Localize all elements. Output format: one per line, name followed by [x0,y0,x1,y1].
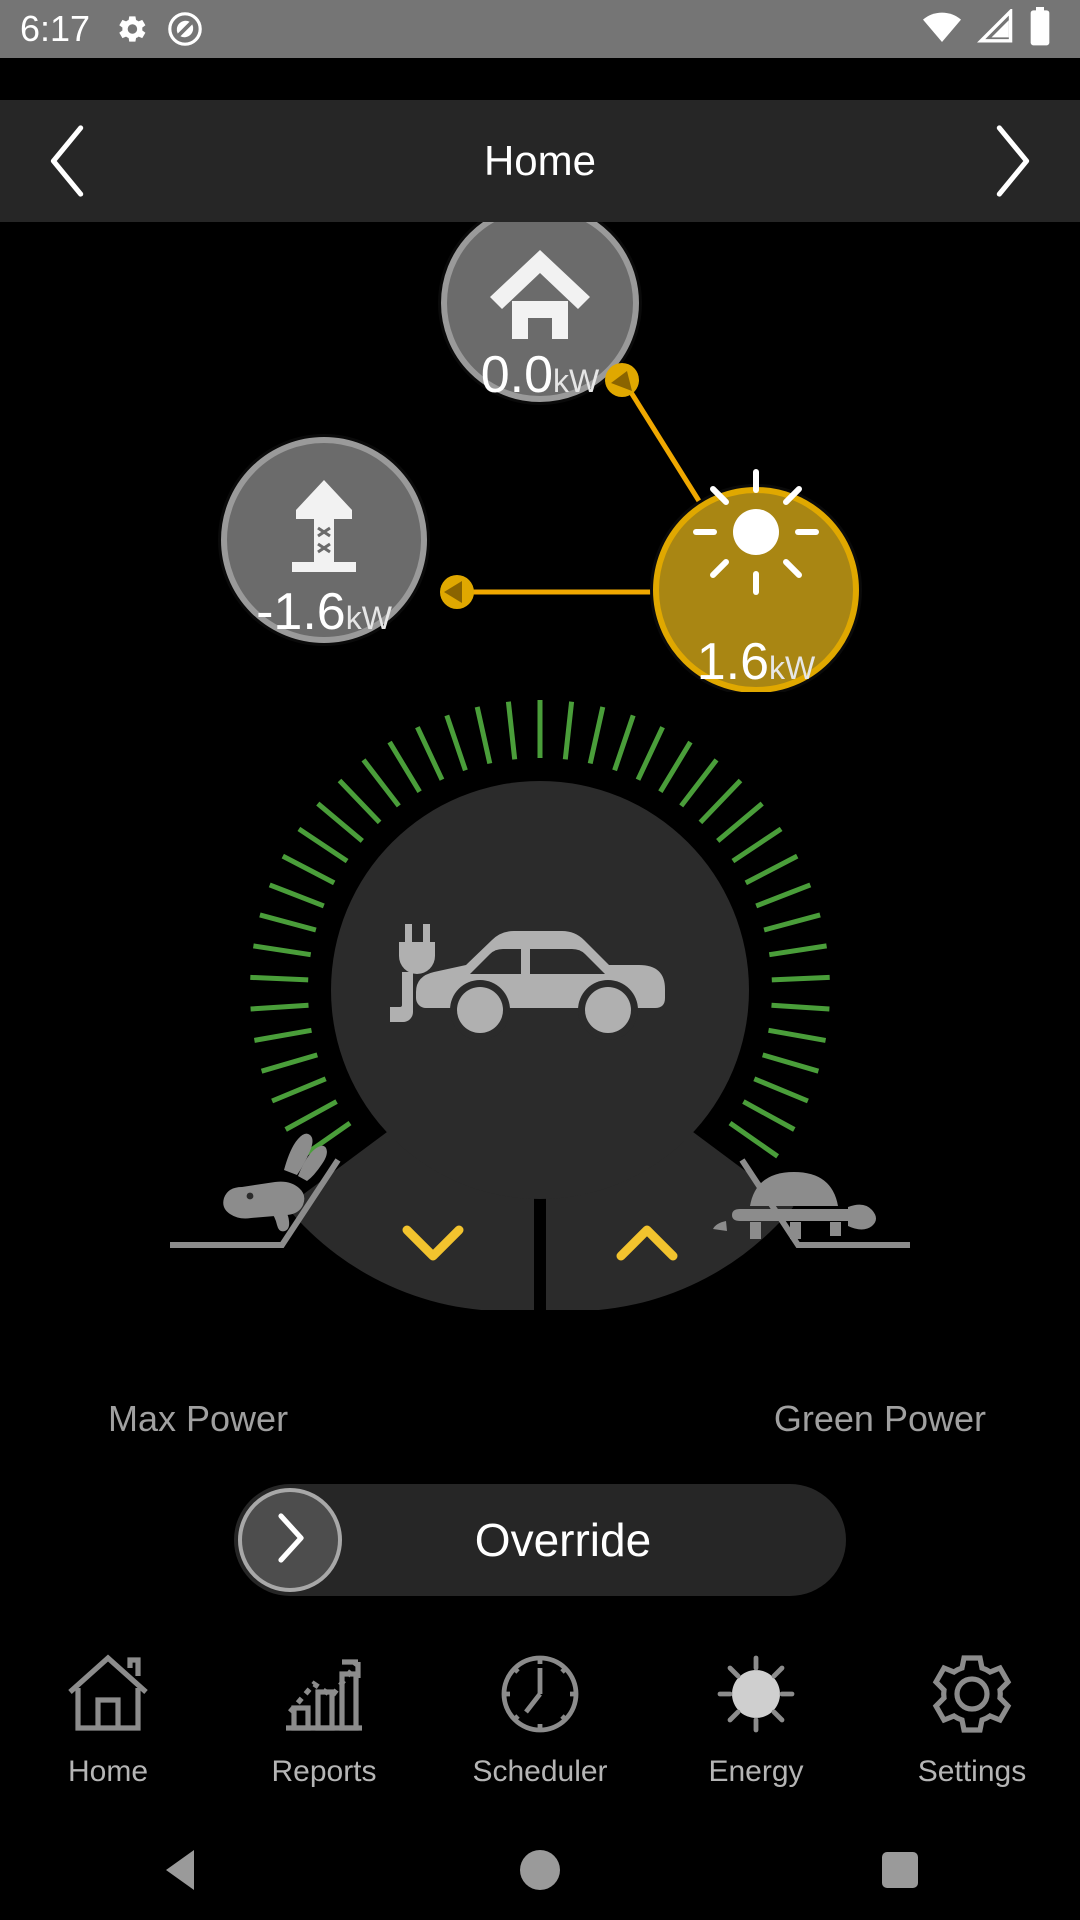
bar-chart-trend-icon [278,1652,370,1741]
recents-square-icon[interactable] [840,1820,960,1920]
gear-icon [112,10,150,48]
nav-item-scheduler[interactable]: Scheduler [432,1652,648,1789]
gauge-tick [771,974,830,983]
gauge-tick [771,1002,830,1012]
status-bar: 6:17 [0,0,1080,58]
gauge-tick [744,853,799,886]
flow-arrow-to-grid [440,575,474,609]
app-screen: 6:17 Home 0.0kW -1.6kW 1.6kW Max Power G… [0,0,1080,1920]
home-circle-icon[interactable] [480,1820,600,1920]
gauge-tick [316,801,364,843]
gauge-tick [387,740,422,793]
back-triangle-icon[interactable] [120,1820,240,1920]
bottom-navigation: Home Reports Scheduler Energy Settings [0,1620,1080,1820]
gauge-tick [679,758,719,808]
gauge-tick [731,826,783,864]
gauge-tick [658,740,693,793]
gear-icon [926,1652,1018,1741]
wifi-icon [922,9,962,50]
gauge-tick [587,706,606,765]
gauge-tick [253,1027,312,1043]
clock-icon [494,1652,586,1741]
gauge-tick [268,882,325,909]
sun-icon [693,469,819,595]
android-system-bar [0,1820,1080,1920]
gauge-tick [716,801,764,843]
gauge-tick [259,912,317,933]
gauge-tick [635,726,665,781]
gauge-tick [698,778,743,825]
gauge-right-label: Green Power [773,1398,986,1439]
gauge-tick [284,1099,338,1132]
nav-item-reports[interactable]: Reports [216,1652,432,1789]
nav-label-scheduler: Scheduler [472,1754,608,1788]
header-next-button[interactable] [976,115,1046,207]
energy-flow-diagram: 0.0kW -1.6kW 1.6kW [0,222,1080,692]
chevron-right-icon [273,1510,307,1571]
page-title: Home [483,137,597,184]
battery-full-icon [1028,6,1052,52]
flow-arrow-to-home [605,363,639,397]
cellular-signal-icon [976,6,1014,50]
gauge-tick [250,1002,309,1012]
gauge-tick [505,701,518,760]
gauge-tick [253,943,312,958]
gauge-tick [281,853,336,886]
gauge-tick [755,882,812,909]
gauge-tick [562,701,575,760]
gauge-tick [763,912,821,933]
status-bar-right-icons [922,6,1060,52]
gauge-tick [753,1076,809,1104]
gauge-tick [415,726,445,781]
house-icon [62,1652,154,1741]
nav-item-settings[interactable]: Settings [864,1652,1080,1789]
gauge-tick [474,706,493,765]
gauge-tick [250,974,309,983]
gauge-left-label: Max Power [108,1398,289,1439]
gauge-tick [742,1099,796,1132]
status-bar-clock: 6:17 [20,8,91,49]
gauge-tick [768,943,827,958]
gauge-tick [761,1052,820,1074]
gauge-tick [260,1052,319,1074]
gauge-tick [768,1027,827,1043]
do-not-disturb-icon [166,10,204,48]
gauge-tick [337,778,382,825]
override-label: Override [474,1514,652,1566]
override-slider-handle[interactable] [238,1488,342,1592]
gauge-tick [297,826,349,864]
header-prev-button[interactable] [34,115,104,207]
nav-label-settings: Settings [917,1754,1027,1788]
gauge-tick [444,714,468,772]
override-button[interactable]: Override [234,1484,846,1596]
gauge-tick [361,758,401,808]
nav-item-energy[interactable]: Energy [648,1652,864,1789]
gauge-tick [612,714,636,772]
gauge-tick [271,1076,327,1104]
sun-icon [710,1652,802,1741]
gauge-tick [728,1121,780,1159]
nav-label-reports: Reports [271,1754,377,1788]
nav-item-home[interactable]: Home [0,1652,216,1789]
nav-label-energy: Energy [708,1754,804,1788]
page-header: Home [0,100,1080,222]
charge-rate-gauge [130,690,950,1310]
nav-label-home: Home [67,1754,149,1788]
